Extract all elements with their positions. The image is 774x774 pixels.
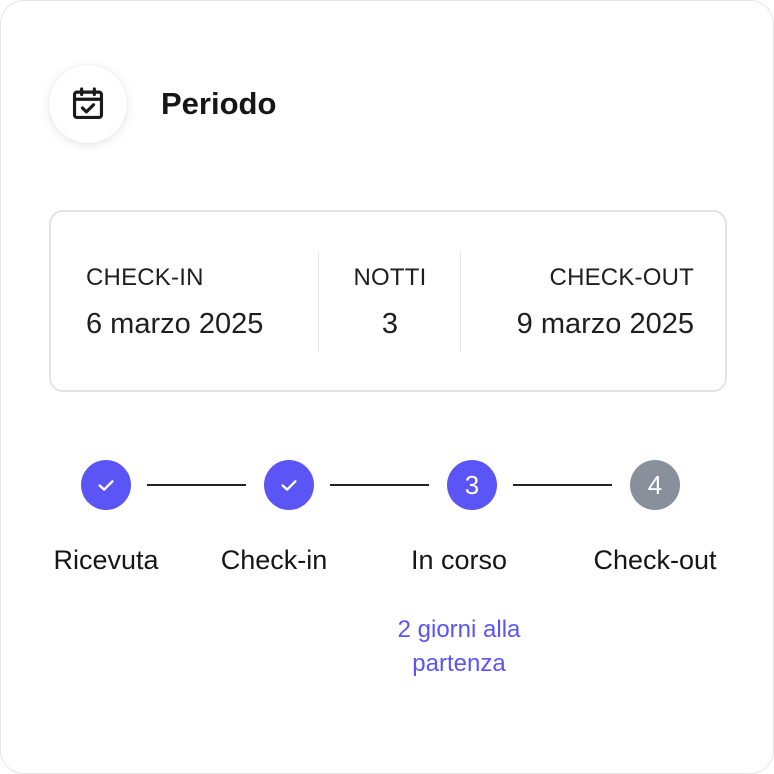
check-icon: [98, 480, 114, 491]
step-4-upcoming: 4: [630, 460, 680, 510]
check-icon: [281, 480, 297, 491]
step-2-done: [264, 460, 314, 510]
step-label-ricevuta: Ricevuta: [53, 545, 159, 575]
checkout-date: 9 marzo 2025: [516, 308, 694, 340]
checkout-label: CHECK-OUT: [549, 264, 694, 291]
checkin-date: 6 marzo 2025: [86, 308, 264, 340]
step-connector: [513, 484, 612, 486]
step-1-done: [81, 460, 131, 510]
days-to-departure-note: 2 giorni alla partenza: [397, 616, 521, 677]
nights-column: NOTTI 3: [319, 212, 461, 390]
page-title: Periodo: [161, 86, 277, 121]
step-connector: [147, 484, 246, 486]
card-header: Periodo: [49, 65, 276, 143]
step-3-current: 3: [447, 460, 497, 510]
nights-count: 3: [381, 308, 399, 340]
nights-label: NOTTI: [353, 264, 427, 291]
step-label-in-corso: In corso: [410, 545, 508, 575]
step-label-checkout: Check-out: [593, 545, 717, 575]
checkin-column: CHECK-IN 6 marzo 2025: [51, 212, 319, 390]
step-connector: [330, 484, 429, 486]
period-summary: CHECK-IN 6 marzo 2025 NOTTI 3 CHECK-OUT …: [49, 210, 727, 392]
period-card: Periodo CHECK-IN 6 marzo 2025 NOTTI 3 CH…: [0, 0, 774, 774]
calendar-check-icon: [49, 65, 127, 143]
checkout-column: CHECK-OUT 9 marzo 2025: [461, 212, 729, 390]
step-label-checkin: Check-in: [220, 545, 328, 575]
checkin-label: CHECK-IN: [86, 264, 204, 291]
